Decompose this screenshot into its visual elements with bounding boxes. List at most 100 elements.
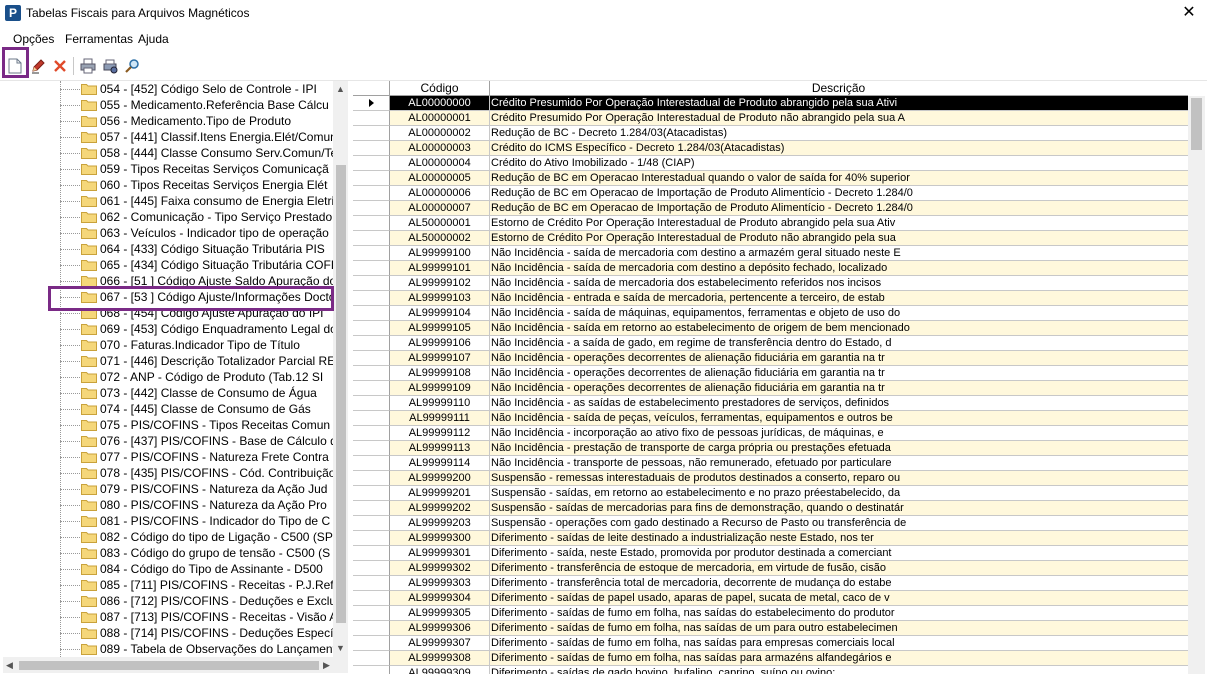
table-row[interactable]: AL99999201 Suspensão - saídas, em retorno… bbox=[353, 486, 1189, 501]
tree-vertical-scroll-thumb[interactable] bbox=[336, 165, 346, 623]
tree-item[interactable]: 081 - PIS/COFINS - Indicador do Tipo de … bbox=[3, 513, 333, 529]
tree-item[interactable]: 077 - PIS/COFINS - Natureza Frete Contra bbox=[3, 449, 333, 465]
cell-codigo[interactable]: AL00000004 bbox=[390, 156, 490, 171]
cell-codigo[interactable]: AL99999200 bbox=[390, 471, 490, 486]
cell-descricao[interactable]: Crédito Presumido Por Operação Interesta… bbox=[490, 111, 1189, 126]
cell-codigo[interactable]: AL99999202 bbox=[390, 501, 490, 516]
menu-opcoes[interactable]: Opções bbox=[13, 32, 54, 46]
cell-codigo[interactable]: AL00000001 bbox=[390, 111, 490, 126]
row-indicator[interactable] bbox=[353, 261, 390, 276]
tree-item[interactable]: 087 - [713] PIS/COFINS - Receitas - Visã… bbox=[3, 609, 333, 625]
cell-descricao[interactable]: Diferimento - saídas de gado bovino, buf… bbox=[490, 666, 1189, 674]
tree-item[interactable]: 061 - [445] Faixa consumo de Energia Ele… bbox=[3, 193, 333, 209]
table-row[interactable]: AL00000002 Redução de BC - Decreto 1.284/… bbox=[353, 126, 1189, 141]
cell-descricao[interactable]: Não Incidência - saída em retorno ao est… bbox=[490, 321, 1189, 336]
cell-codigo[interactable]: AL00000003 bbox=[390, 141, 490, 156]
table-row[interactable]: AL99999104 Não Incidência - saída de máqu… bbox=[353, 306, 1189, 321]
row-indicator[interactable] bbox=[353, 381, 390, 396]
row-indicator[interactable] bbox=[353, 201, 390, 216]
cell-codigo[interactable]: AL00000000 bbox=[390, 96, 490, 111]
tree-item[interactable]: 076 - [437] PIS/COFINS - Base de Cálculo… bbox=[3, 433, 333, 449]
cell-codigo[interactable]: AL99999203 bbox=[390, 516, 490, 531]
tree-item[interactable]: 079 - PIS/COFINS - Natureza da Ação Jud bbox=[3, 481, 333, 497]
tree-item[interactable]: 060 - Tipos Receitas Serviços Energia El… bbox=[3, 177, 333, 193]
menu-ajuda[interactable]: Ajuda bbox=[138, 32, 169, 46]
tree-item[interactable]: 070 - Faturas.Indicador Tipo de Título bbox=[3, 337, 333, 353]
table-row[interactable]: AL99999304 Diferimento - saídas de papel … bbox=[353, 591, 1189, 606]
row-indicator[interactable] bbox=[353, 486, 390, 501]
cell-descricao[interactable]: Redução de BC - Decreto 1.284/03(Atacadi… bbox=[490, 126, 1189, 141]
tree-item[interactable]: 073 - [442] Classe de Consumo de Água bbox=[3, 385, 333, 401]
row-indicator[interactable] bbox=[353, 231, 390, 246]
delete-record-button[interactable] bbox=[50, 56, 70, 76]
table-row[interactable]: AL50000001 Estorno de Crédito Por Operaçã… bbox=[353, 216, 1189, 231]
cell-descricao[interactable]: Não Incidência - operações decorrentes d… bbox=[490, 381, 1189, 396]
table-row[interactable]: AL99999101 Não Incidência - saída de merc… bbox=[353, 261, 1189, 276]
table-row[interactable]: AL99999300 Diferimento - saídas de leite … bbox=[353, 531, 1189, 546]
cell-descricao[interactable]: Não Incidência - a saída de gado, em reg… bbox=[490, 336, 1189, 351]
row-indicator[interactable] bbox=[353, 636, 390, 651]
row-indicator[interactable] bbox=[353, 306, 390, 321]
cell-codigo[interactable]: AL00000006 bbox=[390, 186, 490, 201]
tree-item[interactable]: 071 - [446] Descrição Totalizador Parcia… bbox=[3, 353, 333, 369]
row-indicator[interactable] bbox=[353, 366, 390, 381]
table-row[interactable]: AL99999102 Não Incidência - saída de merc… bbox=[353, 276, 1189, 291]
cell-descricao[interactable]: Crédito do ICMS Específico - Decreto 1.2… bbox=[490, 141, 1189, 156]
cell-codigo[interactable]: AL00000002 bbox=[390, 126, 490, 141]
cell-descricao[interactable]: Diferimento - transferência de estoque d… bbox=[490, 561, 1189, 576]
cell-descricao[interactable]: Não Incidência - saída de peças, veículo… bbox=[490, 411, 1189, 426]
column-header-descricao[interactable]: Descrição bbox=[490, 81, 1187, 95]
row-indicator[interactable] bbox=[353, 651, 390, 666]
cell-codigo[interactable]: AL99999300 bbox=[390, 531, 490, 546]
row-indicator[interactable] bbox=[353, 216, 390, 231]
column-header-codigo[interactable]: Código bbox=[390, 81, 490, 95]
tree-item[interactable]: 084 - Código do Tipo de Assinante - D500 bbox=[3, 561, 333, 577]
cell-descricao[interactable]: Não Incidência - prestação de transporte… bbox=[490, 441, 1189, 456]
row-indicator[interactable] bbox=[353, 396, 390, 411]
tree-item[interactable]: 058 - [444] Classe Consumo Serv.Comun/Te… bbox=[3, 145, 333, 161]
tree-item[interactable]: 054 - [452] Código Selo de Controle - IP… bbox=[3, 81, 333, 97]
row-indicator[interactable] bbox=[353, 441, 390, 456]
row-indicator[interactable] bbox=[353, 576, 390, 591]
row-indicator[interactable] bbox=[353, 426, 390, 441]
row-indicator[interactable] bbox=[353, 291, 390, 306]
row-indicator[interactable] bbox=[353, 621, 390, 636]
row-indicator[interactable] bbox=[353, 321, 390, 336]
search-button[interactable] bbox=[122, 56, 142, 76]
table-row[interactable]: AL99999109 Não Incidência - operações dec… bbox=[353, 381, 1189, 396]
cell-codigo[interactable]: AL99999106 bbox=[390, 336, 490, 351]
table-row[interactable]: AL00000000 Crédito Presumido Por Operação… bbox=[353, 96, 1189, 111]
table-row[interactable]: AL00000005 Redução de BC em Operacao Inte… bbox=[353, 171, 1189, 186]
cell-codigo[interactable]: AL99999112 bbox=[390, 426, 490, 441]
row-indicator[interactable] bbox=[353, 456, 390, 471]
tree-item[interactable]: 082 - Código do tipo de Ligação - C500 (… bbox=[3, 529, 333, 545]
cell-codigo[interactable]: AL99999103 bbox=[390, 291, 490, 306]
tree-item[interactable]: 083 - Código do grupo de tensão - C500 (… bbox=[3, 545, 333, 561]
table-row[interactable]: AL00000006 Redução de BC em Operacao de I… bbox=[353, 186, 1189, 201]
scroll-right-arrow-icon[interactable]: ▶ bbox=[323, 660, 330, 671]
table-row[interactable]: AL99999305 Diferimento - saídas de fumo e… bbox=[353, 606, 1189, 621]
table-row[interactable]: AL00000004 Crédito do Ativo Imobilizado -… bbox=[353, 156, 1189, 171]
grid-vertical-scroll-thumb[interactable] bbox=[1191, 98, 1202, 150]
scroll-up-arrow-icon[interactable]: ▲ bbox=[336, 84, 345, 94]
cell-descricao[interactable]: Redução de BC em Operacao Interestadual … bbox=[490, 171, 1189, 186]
row-indicator[interactable] bbox=[353, 96, 390, 111]
cell-codigo[interactable]: AL99999308 bbox=[390, 651, 490, 666]
cell-codigo[interactable]: AL99999307 bbox=[390, 636, 490, 651]
cell-descricao[interactable]: Não Incidência - as saídas de estabeleci… bbox=[490, 396, 1189, 411]
cell-descricao[interactable]: Redução de BC em Operacao de Importação … bbox=[490, 201, 1189, 216]
tree-item[interactable]: 063 - Veículos - Indicador tipo de opera… bbox=[3, 225, 333, 241]
row-indicator[interactable] bbox=[353, 531, 390, 546]
tree-item[interactable]: 069 - [453] Código Enquadramento Legal d… bbox=[3, 321, 333, 337]
row-indicator[interactable] bbox=[353, 171, 390, 186]
table-row[interactable]: AL99999202 Suspensão - saídas de mercador… bbox=[353, 501, 1189, 516]
cell-descricao[interactable]: Crédito do Ativo Imobilizado - 1/48 (CIA… bbox=[490, 156, 1189, 171]
tree-item[interactable]: 057 - [441] Classif.Itens Energia.Elét/C… bbox=[3, 129, 333, 145]
cell-codigo[interactable]: AL99999109 bbox=[390, 381, 490, 396]
cell-descricao[interactable]: Crédito Presumido Por Operação Interesta… bbox=[490, 96, 1189, 111]
cell-descricao[interactable]: Não Incidência - operações decorrentes d… bbox=[490, 366, 1189, 381]
table-row[interactable]: AL99999100 Não Incidência - saída de merc… bbox=[353, 246, 1189, 261]
table-row[interactable]: AL99999203 Suspensão - operações com gado… bbox=[353, 516, 1189, 531]
tree-item[interactable]: 062 - Comunicação - Tipo Serviço Prestad… bbox=[3, 209, 333, 225]
table-row[interactable]: AL99999303 Diferimento - transferência to… bbox=[353, 576, 1189, 591]
